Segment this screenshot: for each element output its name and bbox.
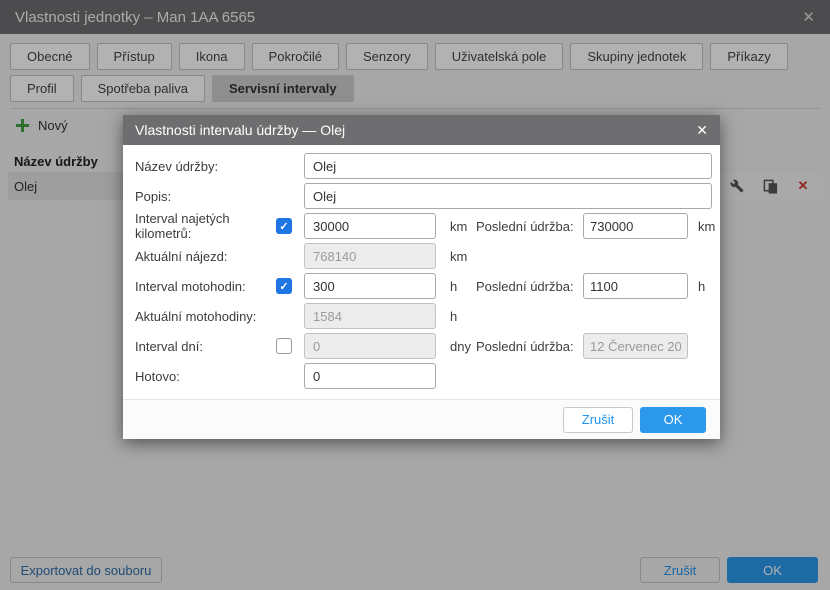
engine-hours-checkbox[interactable]: ✓ [276, 278, 292, 294]
field-row-current-engine-hours: Aktuální motohodiny: h [135, 301, 712, 331]
engine-hours-interval-label: Interval motohodin: [135, 279, 276, 294]
dialog-cancel-button[interactable]: Zrušit [563, 407, 633, 433]
current-engine-hours-label: Aktuální motohodiny: [135, 309, 304, 324]
days-interval-input [304, 333, 436, 359]
engine-hours-unit: h [450, 279, 476, 294]
days-unit: dny [450, 339, 476, 354]
dialog-close-icon[interactable]: ✕ [696, 122, 708, 139]
field-row-name: Název údržby: [135, 151, 712, 181]
unit-properties-window: Vlastnosti jednotky – Man 1AA 6565 ✕ Obe… [0, 0, 830, 590]
mileage-interval-input[interactable] [304, 213, 436, 239]
field-row-engine-hours-interval: Interval motohodin: ✓ h Poslední údržba:… [135, 271, 712, 301]
mileage-interval-label: Interval najetých kilometrů: [135, 211, 276, 241]
name-label: Název údržby: [135, 159, 304, 174]
description-label: Popis: [135, 189, 304, 204]
current-mileage-unit: km [450, 249, 476, 264]
days-checkbox[interactable] [276, 338, 292, 354]
dialog-body: Název údržby: Popis: Interval najetých k… [123, 145, 720, 391]
dialog-footer: Zrušit OK [123, 399, 720, 439]
dialog-titlebar: Vlastnosti intervalu údržby — Olej ✕ [123, 115, 720, 145]
mileage-last-unit: km [698, 219, 715, 234]
description-input[interactable] [304, 183, 712, 209]
current-engine-hours-unit: h [450, 309, 476, 324]
engine-hours-last-unit: h [698, 279, 705, 294]
name-input[interactable] [304, 153, 712, 179]
engine-hours-last-service-label: Poslední údržba: [476, 279, 583, 294]
mileage-checkbox[interactable]: ✓ [276, 218, 292, 234]
days-last-service-input [583, 333, 688, 359]
field-row-mileage-interval: Interval najetých kilometrů: ✓ km Posled… [135, 211, 712, 241]
engine-hours-last-service-input[interactable] [583, 273, 688, 299]
maintenance-interval-dialog: Vlastnosti intervalu údržby — Olej ✕ Náz… [123, 115, 720, 439]
current-mileage-input [304, 243, 436, 269]
field-row-description: Popis: [135, 181, 712, 211]
done-input[interactable] [304, 363, 436, 389]
current-engine-hours-input [304, 303, 436, 329]
mileage-last-service-label: Poslední údržba: [476, 219, 583, 234]
mileage-unit: km [450, 219, 476, 234]
field-row-done: Hotovo: [135, 361, 712, 391]
mileage-last-service-input[interactable] [583, 213, 688, 239]
field-row-days-interval: Interval dní: dny Poslední údržba: [135, 331, 712, 361]
done-label: Hotovo: [135, 369, 304, 384]
dialog-ok-button[interactable]: OK [640, 407, 706, 433]
engine-hours-interval-input[interactable] [304, 273, 436, 299]
days-last-service-label: Poslední údržba: [476, 339, 583, 354]
days-interval-label: Interval dní: [135, 339, 276, 354]
dialog-title: Vlastnosti intervalu údržby — Olej [135, 122, 345, 138]
field-row-current-mileage: Aktuální nájezd: km [135, 241, 712, 271]
current-mileage-label: Aktuální nájezd: [135, 249, 304, 264]
